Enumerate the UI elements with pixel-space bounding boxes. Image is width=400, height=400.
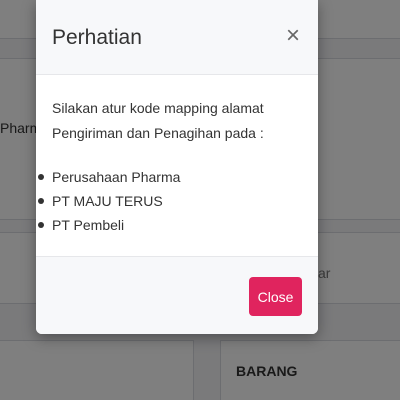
list-item: Perusahaan Pharma	[38, 165, 181, 189]
bullet-icon	[38, 198, 44, 204]
list-item: PT MAJU TERUS	[38, 189, 180, 213]
close-icon[interactable]: ×	[282, 24, 304, 48]
bullet-icon	[38, 222, 44, 228]
modal-body: Silakan atur kode mapping alamat Pengiri…	[36, 74, 318, 256]
list-item-label: Perusahaan Pharma	[52, 169, 181, 185]
list-item-label: PT Pembeli	[52, 217, 125, 233]
bullet-icon	[38, 174, 44, 180]
modal-title: Perhatian	[52, 26, 142, 49]
list-item: PT Pembeli	[38, 213, 180, 237]
company-list: Perusahaan Pharma PT MAJU TERUS PT Pembe…	[38, 165, 181, 237]
close-button[interactable]: Close	[249, 277, 302, 316]
modal-footer: Close	[36, 256, 318, 334]
list-item-label: PT MAJU TERUS	[52, 193, 163, 209]
attention-modal: Perhatian × Silakan atur kode mapping al…	[36, 0, 318, 334]
modal-header: Perhatian ×	[36, 0, 318, 75]
modal-message: Silakan atur kode mapping alamat Pengiri…	[52, 100, 264, 141]
